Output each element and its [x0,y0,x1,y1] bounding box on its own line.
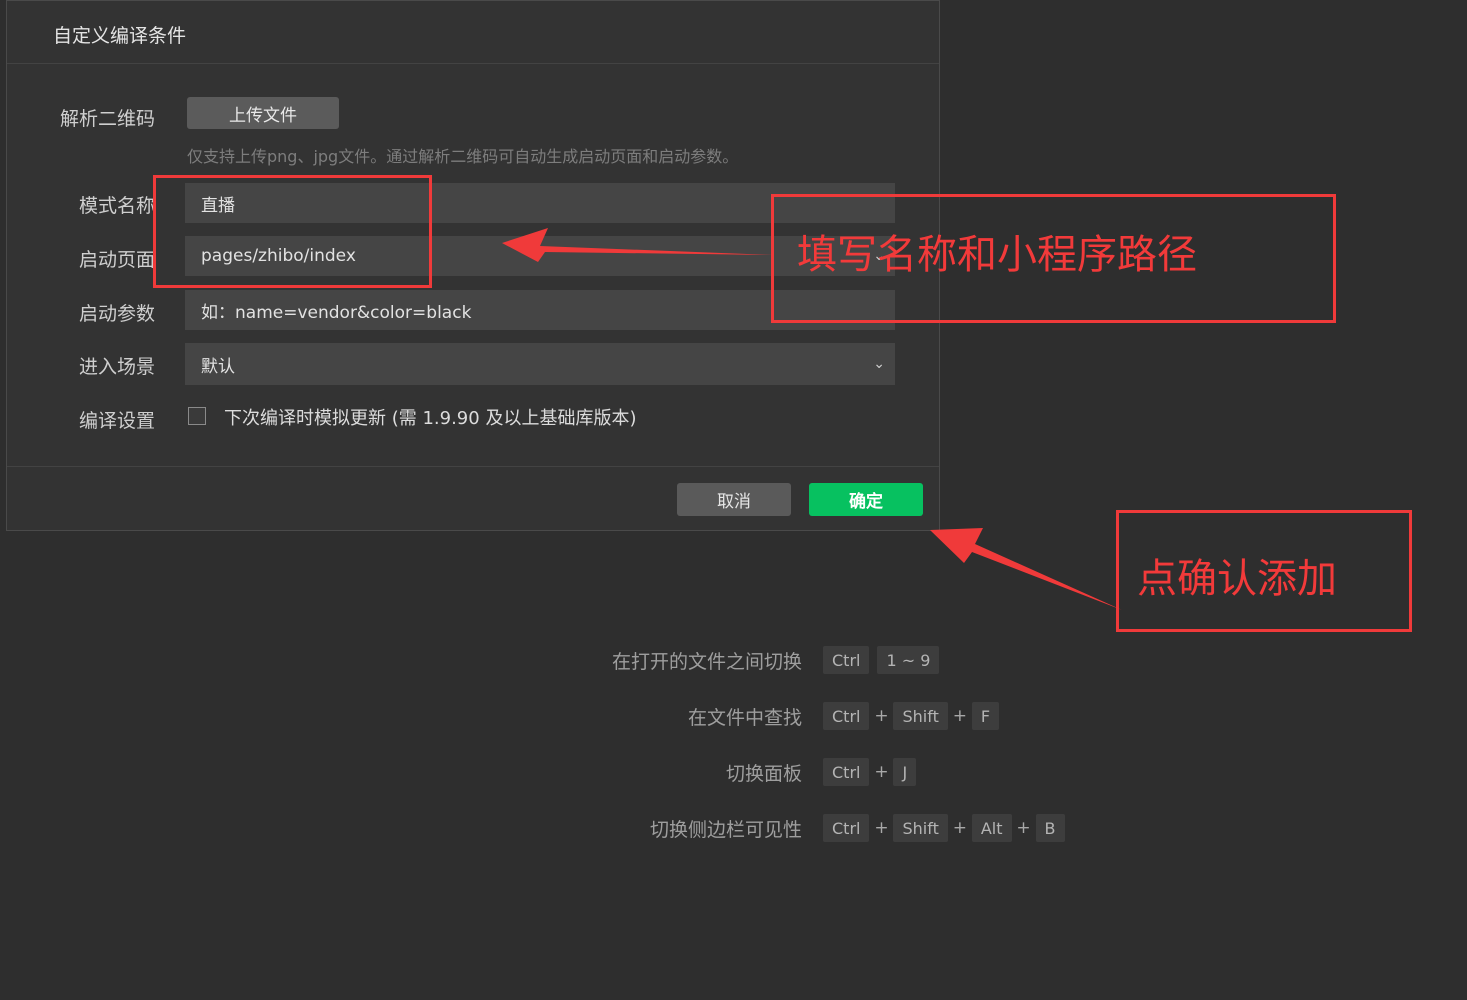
arrow-to-fields [502,228,773,262]
arrow-to-confirm [930,528,1122,610]
annotation-arrows [502,228,1122,610]
